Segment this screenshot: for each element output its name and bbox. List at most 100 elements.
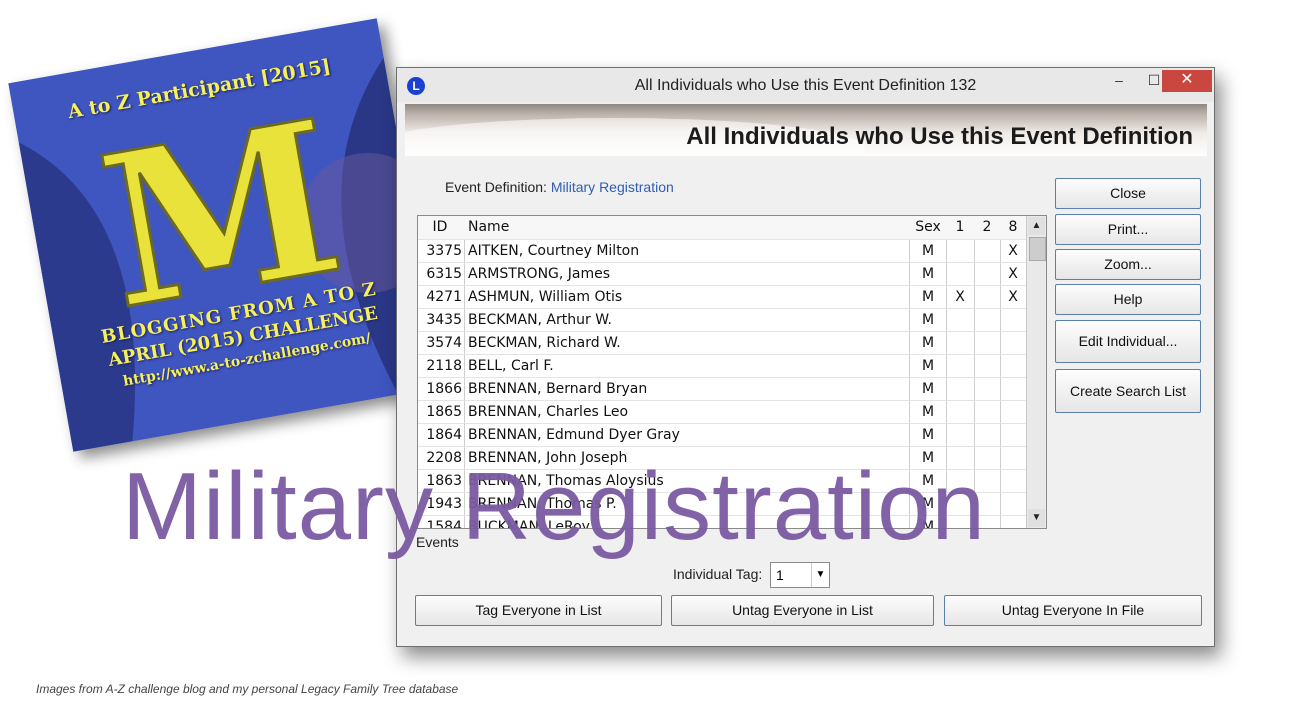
row-name: BECKMAN, Arthur W.: [468, 312, 612, 328]
close-button[interactable]: Close: [1055, 178, 1201, 209]
zoom-button[interactable]: Zoom...: [1055, 249, 1201, 280]
row-sex: M: [921, 427, 935, 443]
row-col-2: [974, 378, 1000, 401]
untag-everyone-in-list-button[interactable]: Untag Everyone in List: [671, 595, 934, 626]
column-header-sex[interactable]: Sex: [910, 216, 946, 239]
row-col-1: [946, 401, 974, 424]
close-window-button[interactable]: ✕: [1162, 70, 1212, 92]
row-sex: M: [921, 381, 935, 397]
row-col-2: [974, 401, 1000, 424]
row-col-8: X: [1008, 243, 1018, 259]
row-col-1: [946, 424, 974, 447]
row-col-8: [1000, 424, 1026, 447]
scroll-up-arrow-icon[interactable]: ▲: [1028, 217, 1045, 235]
individual-tag-select[interactable]: 1 ▼: [770, 562, 830, 588]
row-id: 1865: [426, 404, 462, 420]
column-header-id[interactable]: ID: [418, 216, 462, 239]
row-col-8: [1000, 378, 1026, 401]
event-definition-value: Military Registration: [550, 179, 674, 195]
a-to-z-badge-image: M A to Z Participant [2015] BLOGGING FRO…: [8, 18, 442, 452]
row-col-8: [1000, 309, 1026, 332]
row-sex: M: [921, 289, 935, 305]
table-row[interactable]: 4271 ASHMUN, William Otis M X X: [418, 285, 1026, 309]
row-name: BRENNAN, Edmund Dyer Gray: [468, 427, 680, 443]
row-col-1: [946, 378, 974, 401]
row-col-8: [1000, 355, 1026, 378]
row-col-1: X: [955, 289, 965, 305]
row-sex: M: [921, 243, 935, 259]
list-scrollbar[interactable]: ▲ ▼: [1026, 216, 1046, 528]
row-col-2: [974, 309, 1000, 332]
dropdown-arrow-icon[interactable]: ▼: [811, 563, 829, 587]
table-row[interactable]: 3435 BECKMAN, Arthur W. M: [418, 308, 1026, 332]
row-name: BECKMAN, Richard W.: [468, 335, 621, 351]
row-col-1: [946, 355, 974, 378]
column-header-1[interactable]: 1: [946, 216, 974, 239]
table-row[interactable]: 1864 BRENNAN, Edmund Dyer Gray M: [418, 423, 1026, 447]
help-button[interactable]: Help: [1055, 284, 1201, 315]
table-row[interactable]: 3574 BECKMAN, Richard W. M: [418, 331, 1026, 355]
header-title: All Individuals who Use this Event Defin…: [686, 123, 1193, 150]
row-col-8: X: [1008, 266, 1018, 282]
overlay-title: Military Registration: [122, 453, 986, 560]
table-row[interactable]: 2118 BELL, Carl F. M: [418, 354, 1026, 378]
event-definition-row: Event Definition: Military Registration: [445, 179, 674, 195]
row-col-8: [1000, 516, 1026, 528]
row-col-2: [974, 240, 1000, 263]
row-col-1: [946, 309, 974, 332]
event-definition-label: Event Definition:: [445, 179, 547, 195]
individual-tag-label: Individual Tag:: [673, 566, 763, 582]
row-sex: M: [921, 312, 935, 328]
edit-individual-button[interactable]: Edit Individual...: [1055, 320, 1201, 363]
row-col-2: [974, 355, 1000, 378]
create-search-list-button[interactable]: Create Search List: [1055, 369, 1201, 413]
image-caption: Images from A-Z challenge blog and my pe…: [36, 682, 459, 696]
individual-tag-value: 1: [776, 567, 784, 583]
row-id: 3574: [426, 335, 462, 351]
column-header-2[interactable]: 2: [974, 216, 1000, 239]
table-row[interactable]: 3375 AITKEN, Courtney Milton M X: [418, 239, 1026, 263]
row-id: 1866: [426, 381, 462, 397]
tag-everyone-in-list-button[interactable]: Tag Everyone in List: [415, 595, 662, 626]
row-id: 2118: [426, 358, 462, 374]
row-id: 1864: [426, 427, 462, 443]
row-id: 6315: [426, 266, 462, 282]
row-col-2: [974, 286, 1000, 309]
row-sex: M: [921, 358, 935, 374]
scroll-thumb[interactable]: [1029, 237, 1046, 261]
row-name: AITKEN, Courtney Milton: [468, 243, 640, 259]
column-header-8[interactable]: 8: [1000, 216, 1026, 239]
row-sex: M: [921, 404, 935, 420]
row-col-8: X: [1008, 289, 1018, 305]
list-header: ID Name Sex 1 2 8: [418, 216, 1026, 240]
row-id: 3375: [426, 243, 462, 259]
row-name: BELL, Carl F.: [468, 358, 554, 374]
table-row[interactable]: 1866 BRENNAN, Bernard Bryan M: [418, 377, 1026, 401]
untag-everyone-in-file-button[interactable]: Untag Everyone In File: [944, 595, 1202, 626]
row-id: 4271: [426, 289, 462, 305]
row-col-2: [974, 424, 1000, 447]
row-col-8: [1000, 332, 1026, 355]
row-name: ASHMUN, William Otis: [468, 289, 623, 305]
row-col-8: [1000, 470, 1026, 493]
row-name: BRENNAN, Bernard Bryan: [468, 381, 648, 397]
row-col-1: [946, 332, 974, 355]
row-name: ARMSTRONG, James: [468, 266, 611, 282]
row-sex: M: [921, 266, 935, 282]
scroll-down-arrow-icon[interactable]: ▼: [1028, 509, 1045, 527]
column-header-name[interactable]: Name: [468, 216, 908, 239]
window-title: All Individuals who Use this Event Defin…: [634, 77, 977, 94]
row-name: BRENNAN, Charles Leo: [468, 404, 629, 420]
row-col-8: [1000, 401, 1026, 424]
row-col-8: [1000, 447, 1026, 470]
table-row[interactable]: 1865 BRENNAN, Charles Leo M: [418, 400, 1026, 424]
row-sex: M: [921, 335, 935, 351]
row-col-2: [974, 332, 1000, 355]
row-col-1: [946, 240, 974, 263]
print-button[interactable]: Print...: [1055, 214, 1201, 245]
row-col-8: [1000, 493, 1026, 516]
table-row[interactable]: 6315 ARMSTRONG, James M X: [418, 262, 1026, 286]
title-bar[interactable]: L All Individuals who Use this Event Def…: [397, 68, 1214, 102]
header-banner: All Individuals who Use this Event Defin…: [405, 104, 1207, 156]
row-id: 3435: [426, 312, 462, 328]
